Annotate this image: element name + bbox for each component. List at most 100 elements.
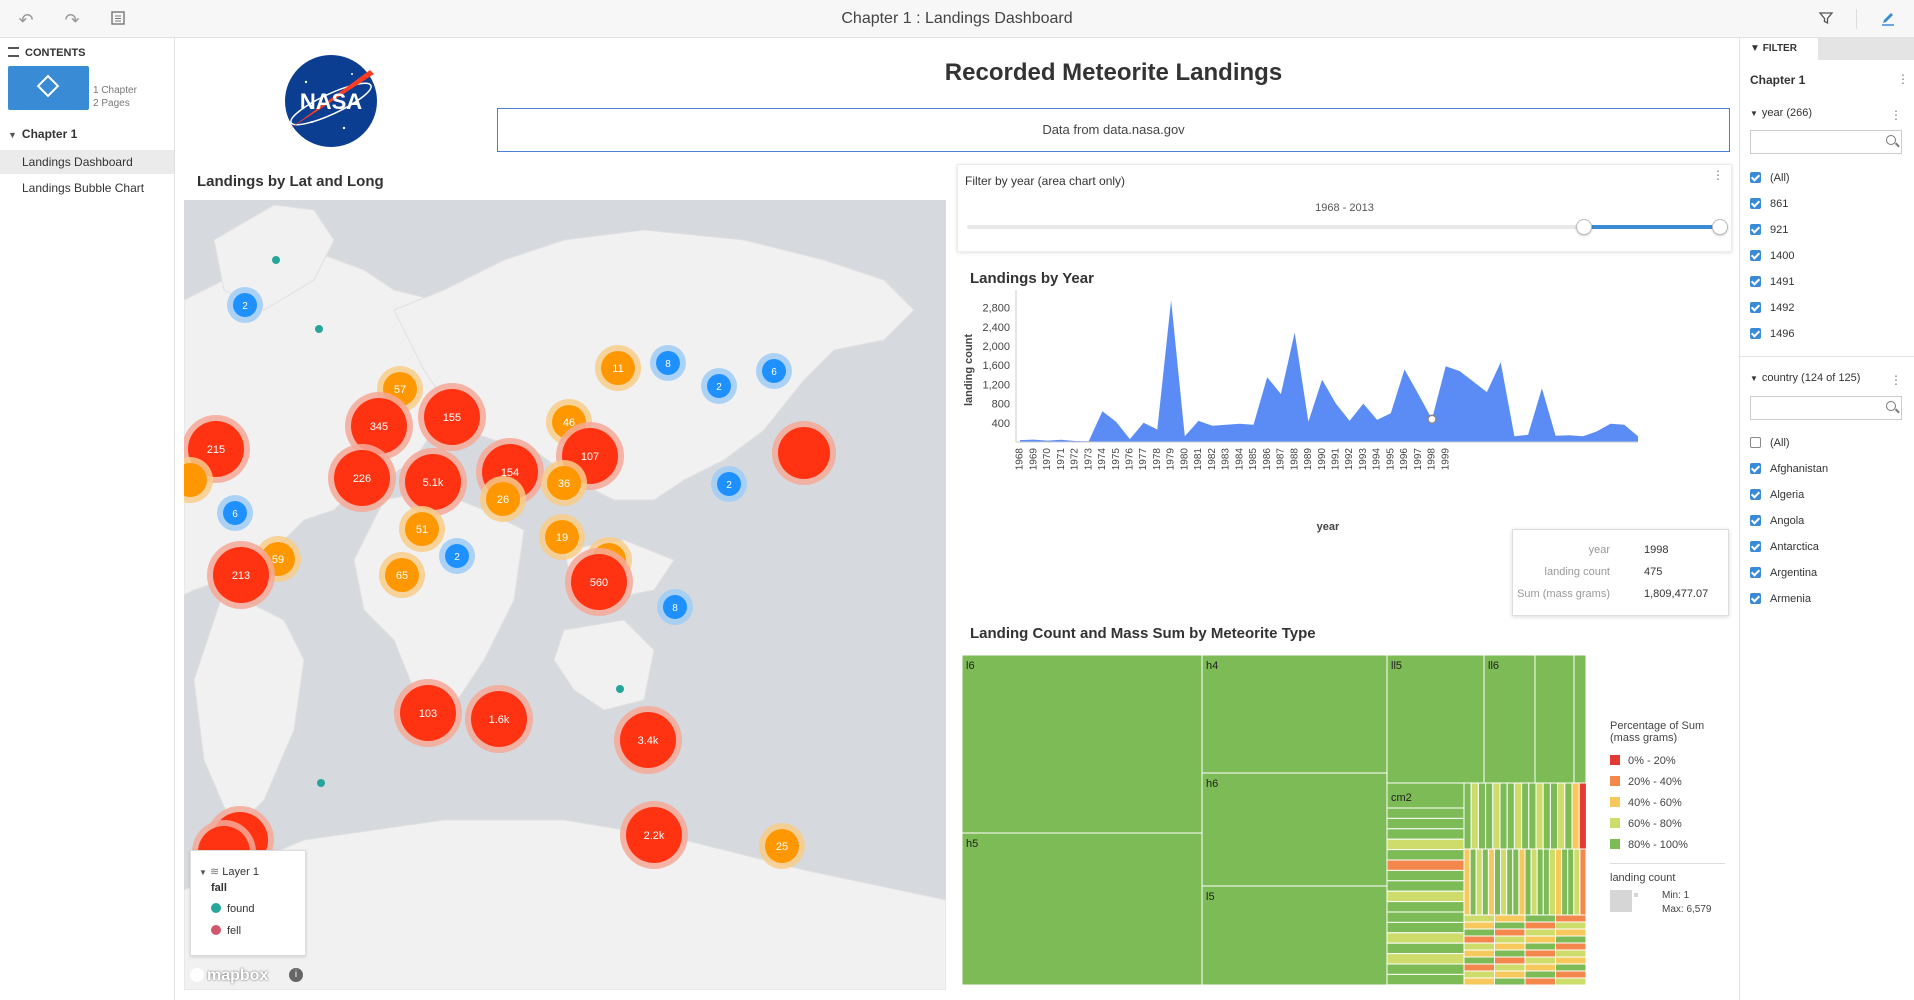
map-legend[interactable]: ▼ ≋ Layer 1 fall found fell [190, 850, 306, 956]
treemap-cell[interactable] [1470, 782, 1479, 850]
cluster-marker[interactable]: 2 [227, 287, 263, 323]
treemap-cell[interactable] [1494, 949, 1526, 958]
cluster-marker[interactable]: 155 [418, 383, 486, 451]
cluster-marker[interactable]: 226 [328, 444, 396, 512]
found-point[interactable] [616, 685, 624, 693]
more-icon[interactable]: ⋮ [1895, 72, 1911, 88]
cluster-marker[interactable]: 25 [759, 823, 805, 869]
treemap-cell[interactable] [1463, 848, 1471, 916]
country-option[interactable]: (All) [1750, 435, 1790, 449]
treemap-cell[interactable] [1386, 869, 1465, 882]
treemap-cell[interactable] [1475, 848, 1483, 916]
treemap-cell[interactable] [1386, 880, 1465, 892]
treemap-cell[interactable] [1555, 848, 1563, 916]
treemap-cell[interactable] [1494, 848, 1502, 916]
treemap-cell[interactable] [1500, 848, 1508, 916]
treemap-cell[interactable] [1386, 932, 1465, 944]
country-option[interactable]: Afghanistan [1750, 461, 1828, 475]
country-option[interactable]: Argentina [1750, 565, 1817, 579]
treemap-cell[interactable] [1555, 977, 1587, 985]
cluster-marker[interactable]: 213 [207, 541, 275, 609]
treemap-cell[interactable] [1573, 848, 1581, 916]
treemap-cell[interactable] [1542, 848, 1550, 916]
treemap-cell[interactable] [1555, 949, 1587, 958]
cluster-marker[interactable]: 1.6k [465, 685, 533, 753]
checkbox[interactable] [1750, 437, 1761, 448]
cluster-marker[interactable]: 2.2k [620, 801, 688, 869]
treemap-cell[interactable] [1494, 970, 1526, 979]
treemap-cell[interactable] [1494, 935, 1526, 944]
treemap-cell[interactable] [1524, 970, 1556, 979]
treemap-cell[interactable] [1386, 953, 1465, 965]
treemap-cell[interactable] [1524, 956, 1556, 965]
treemap-cell[interactable] [1386, 859, 1465, 871]
checkbox[interactable] [1750, 302, 1761, 313]
country-option[interactable]: Antarctica [1750, 539, 1819, 553]
cluster-marker[interactable]: 11 [595, 345, 641, 391]
meteorite-type-treemap[interactable]: l6 h5 h4 h6 l5 ll5 ll6 cm2 [962, 655, 1598, 985]
treemap-cell[interactable] [1494, 956, 1526, 965]
cluster-marker[interactable]: 5.1k [399, 448, 467, 516]
treemap-cell[interactable] [1463, 942, 1495, 951]
treemap-cell[interactable] [1487, 848, 1496, 916]
sidebar-chapter[interactable]: ▼ Chapter 1 [8, 127, 77, 141]
treemap-cell[interactable] [1534, 655, 1575, 784]
checkbox[interactable] [1750, 328, 1761, 339]
cluster-marker[interactable]: 51 [399, 506, 445, 552]
treemap-cell[interactable] [1481, 848, 1489, 916]
cluster-marker[interactable]: 2 [701, 368, 737, 404]
treemap-cell[interactable] [1555, 921, 1587, 930]
treemap-cell[interactable] [1494, 914, 1526, 923]
treemap-cell[interactable] [1524, 942, 1556, 951]
treemap-cell[interactable] [1535, 782, 1544, 850]
treemap-cell[interactable] [1494, 942, 1526, 951]
checkbox[interactable] [1750, 593, 1761, 604]
treemap-cell[interactable] [1524, 963, 1556, 972]
treemap-cell[interactable] [1521, 782, 1530, 850]
cluster-marker[interactable] [772, 421, 836, 485]
treemap-cell[interactable] [1542, 782, 1551, 850]
checkbox[interactable] [1750, 567, 1761, 578]
treemap-cell-l5[interactable] [1201, 885, 1388, 985]
treemap-cell-h5[interactable] [962, 832, 1203, 985]
treemap-cell[interactable] [1463, 935, 1495, 944]
treemap-cell[interactable] [1536, 848, 1544, 916]
country-option[interactable]: Angola [1750, 513, 1804, 527]
checkbox[interactable] [1750, 276, 1761, 287]
year-option[interactable]: 1491 [1750, 274, 1794, 288]
area-series[interactable] [1020, 300, 1638, 442]
treemap-cell[interactable] [1386, 817, 1465, 830]
treemap-cell-ll5[interactable] [1386, 655, 1485, 784]
treemap-cell[interactable] [1513, 782, 1523, 850]
year-slider-max-handle[interactable] [1712, 219, 1728, 235]
cluster-marker[interactable]: 6 [217, 495, 253, 531]
treemap-cell[interactable] [1555, 970, 1587, 979]
treemap-cell[interactable] [1561, 848, 1569, 916]
year-option[interactable]: 1492 [1750, 300, 1794, 314]
treemap-cell[interactable] [1494, 921, 1526, 930]
edit-icon[interactable] [1878, 10, 1898, 30]
treemap-cell[interactable] [1524, 935, 1556, 944]
treemap-cell[interactable] [1386, 973, 1465, 985]
treemap-cell[interactable] [1564, 782, 1573, 850]
cluster-marker[interactable]: 36 [541, 460, 587, 506]
treemap-cell[interactable] [1555, 914, 1587, 923]
treemap-cell[interactable] [1573, 655, 1587, 784]
treemap-cell[interactable] [1548, 848, 1557, 916]
treemap-cell-l6[interactable] [962, 655, 1203, 834]
treemap-cell[interactable] [1494, 977, 1526, 985]
cluster-marker[interactable]: 26 [480, 476, 526, 522]
treemap-cell[interactable] [1386, 890, 1465, 903]
treemap-cell[interactable] [1549, 782, 1559, 850]
treemap-cell[interactable] [1518, 848, 1526, 916]
info-icon[interactable]: i [289, 968, 303, 982]
treemap-cell[interactable] [1463, 921, 1495, 930]
treemap-cell[interactable] [1463, 782, 1472, 850]
country-search-input[interactable] [1750, 396, 1902, 420]
treemap-cell[interactable] [1386, 901, 1465, 913]
treemap-cell[interactable] [1524, 928, 1556, 937]
layer-row[interactable]: ▼ ≋ Layer 1 [199, 865, 259, 878]
treemap-cell[interactable] [1578, 782, 1587, 850]
treemap-cell-ll6[interactable] [1483, 655, 1536, 784]
treemap-cell[interactable] [1386, 807, 1465, 819]
